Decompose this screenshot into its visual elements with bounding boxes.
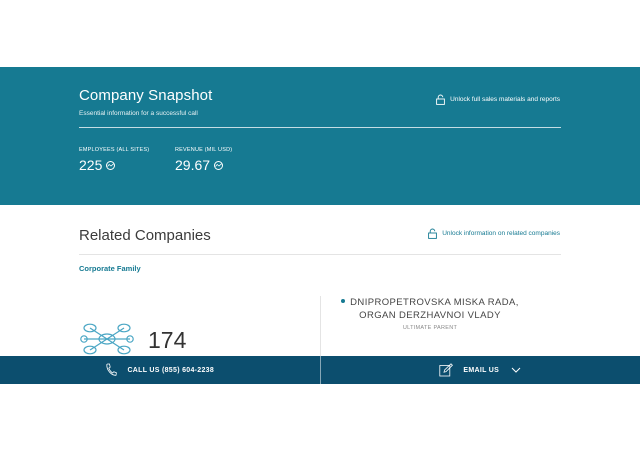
related-divider: [79, 254, 561, 255]
snapshot-title: Company Snapshot: [79, 87, 213, 104]
metric-label: REVENUE (MIL USD): [175, 147, 233, 153]
snapshot-divider: [79, 127, 561, 128]
email-us-button[interactable]: EMAIL US: [321, 356, 640, 384]
contact-bar: CALL US (855) 604-2238 EMAIL US: [0, 356, 640, 384]
unlock-sales-label: Unlock full sales materials and reports: [450, 96, 560, 103]
metric-value: 29.67: [175, 157, 211, 173]
network-icon: [80, 323, 134, 355]
trend-icon[interactable]: [214, 160, 224, 170]
corporate-family-link[interactable]: Corporate Family: [79, 264, 141, 273]
edit-icon: [439, 363, 454, 377]
lock-icon: [436, 94, 446, 105]
call-us-label: CALL US (855) 604-2238: [127, 366, 215, 374]
lock-icon: [428, 228, 438, 239]
company-snapshot-section: Company Snapshot Essential information f…: [0, 67, 640, 205]
column-divider: [320, 296, 321, 356]
metric-employees: EMPLOYEES (ALL SITES) 225: [79, 147, 149, 173]
unlock-related-link[interactable]: Unlock information on related companies: [428, 228, 560, 239]
phone-icon: [106, 363, 118, 376]
ultimate-parent-block[interactable]: DNIPROPETROVSKA MISKA RADA, ORGAN DERZHA…: [340, 297, 520, 331]
family-count: 174: [148, 327, 187, 353]
snapshot-subtitle: Essential information for a successful c…: [79, 110, 198, 117]
unlock-related-label: Unlock information on related companies: [442, 230, 560, 237]
chevron-down-icon: [511, 367, 521, 373]
metric-value: 225: [79, 157, 103, 173]
parent-name: DNIPROPETROVSKA MISKA RADA, ORGAN DERZHA…: [350, 297, 519, 321]
bullet-icon: [341, 299, 346, 304]
metric-label: EMPLOYEES (ALL SITES): [79, 147, 150, 153]
call-us-button[interactable]: CALL US (855) 604-2238: [0, 356, 320, 384]
trend-icon[interactable]: [106, 160, 116, 170]
unlock-sales-link[interactable]: Unlock full sales materials and reports: [436, 94, 560, 105]
page: Company Snapshot Essential information f…: [0, 0, 640, 452]
email-us-label: EMAIL US: [463, 366, 500, 374]
related-companies-title: Related Companies: [79, 227, 211, 244]
parent-label: ULTIMATE PARENT: [402, 325, 458, 331]
metric-revenue: REVENUE (MIL USD) 29.67: [175, 147, 232, 173]
